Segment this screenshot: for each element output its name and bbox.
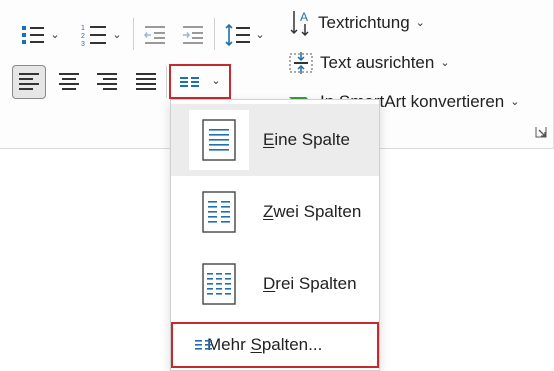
menu-item-two-columns[interactable]: Zwei Spalten (171, 176, 379, 248)
text-direction-icon: A (290, 10, 309, 37)
columns-icon (195, 340, 212, 350)
dialog-launcher-icon[interactable] (535, 126, 547, 138)
bullets-icon (22, 26, 45, 44)
menu-item-more-columns[interactable]: Mehr Spalten... (171, 322, 379, 368)
align-right-icon (97, 73, 117, 90)
chevron-down-icon: ⌄ (440, 56, 450, 69)
align-right-button[interactable] (90, 65, 124, 99)
text-direction-button[interactable]: A Textrichtung ⌄ (290, 8, 425, 38)
menu-item-three-columns[interactable]: Drei Spalten (171, 248, 379, 320)
two-columns-icon (189, 182, 249, 242)
align-text-button[interactable]: Text ausrichten ⌄ (288, 48, 450, 78)
text-direction-label: Textrichtung (318, 13, 410, 32)
menu-item-one-column[interactable]: Eine Spalte (171, 104, 379, 176)
separator (214, 18, 215, 50)
line-spacing-button[interactable]: ⌄ (220, 20, 270, 50)
align-center-button[interactable] (52, 65, 86, 99)
menu-item-label: Drei Spalten (263, 274, 357, 293)
increase-indent-button[interactable] (178, 20, 208, 50)
chevron-down-icon: ⌄ (255, 28, 265, 41)
align-left-glyph (12, 65, 46, 99)
chevron-down-icon: ⌄ (50, 28, 60, 41)
chevron-down-icon: ⌄ (415, 16, 425, 29)
svg-text:A: A (300, 10, 308, 24)
align-center-icon (59, 73, 79, 90)
justify-button[interactable] (129, 65, 163, 99)
chevron-down-icon: ⌄ (510, 95, 520, 108)
line-spacing-icon (225, 23, 251, 47)
bullets-button[interactable]: ⌄ (14, 20, 66, 50)
align-text-icon (289, 52, 313, 74)
three-columns-icon (189, 254, 249, 314)
decrease-indent-button[interactable] (140, 20, 170, 50)
numbering-icon: 1 2 3 (81, 25, 107, 48)
menu-item-label: Zwei Spalten (263, 202, 362, 221)
svg-text:2: 2 (81, 33, 85, 40)
menu-item-label: Mehr Spalten... (207, 335, 323, 354)
separator (133, 18, 134, 50)
svg-text:3: 3 (81, 41, 85, 48)
chevron-down-icon: ⌄ (112, 28, 122, 41)
numbering-button[interactable]: 1 2 3 ⌄ (74, 20, 128, 50)
svg-text:1: 1 (81, 25, 85, 32)
increase-indent-icon (183, 26, 203, 44)
align-left-icon (19, 73, 39, 90)
separator (166, 66, 167, 98)
decrease-indent-icon (144, 26, 165, 44)
columns-dropdown-menu: Eine Spalte Zwei Spalten Drei Spalten Me… (170, 99, 380, 371)
columns-button-highlight (169, 64, 231, 99)
one-column-icon (189, 110, 249, 170)
justify-icon (136, 73, 156, 90)
menu-item-label: Eine Spalte (263, 130, 350, 149)
align-text-label: Text ausrichten (320, 53, 435, 72)
